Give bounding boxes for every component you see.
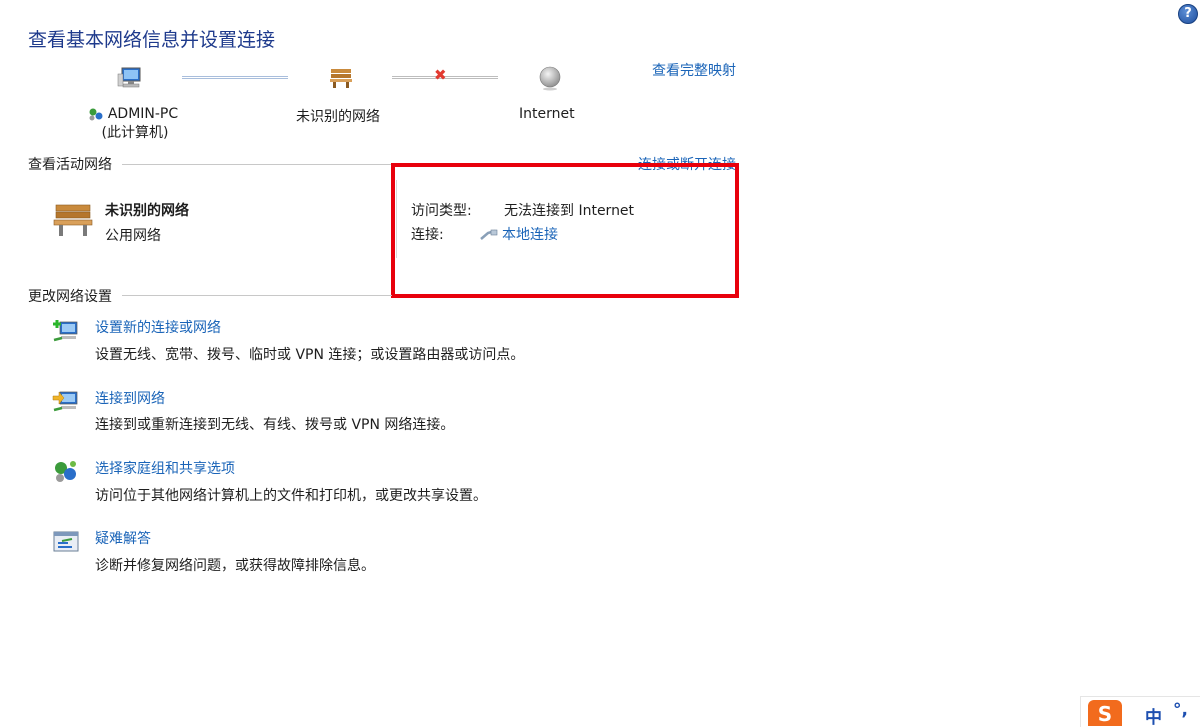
change-settings-heading: 更改网络设置 bbox=[28, 289, 112, 305]
ime-punctuation-toggle[interactable]: °, bbox=[1173, 700, 1188, 720]
network-category-link[interactable]: 公用网络 bbox=[105, 225, 161, 245]
task-troubleshoot-desc: 诊断并修复网络问题，或获得故障排除信息。 bbox=[95, 558, 375, 574]
new-connection-icon[interactable] bbox=[52, 318, 80, 344]
sogou-ime-logo[interactable]: S bbox=[1088, 700, 1122, 726]
task-new-connection-desc: 设置无线、宽带、拨号、临时或 VPN 连接；或设置路由器或访问点。 bbox=[95, 347, 525, 363]
task-troubleshoot-link[interactable]: 疑难解答 bbox=[95, 528, 151, 548]
page-title: 查看基本网络信息并设置连接 bbox=[28, 29, 276, 51]
x-icon: ✖ bbox=[434, 66, 447, 84]
internet-label[interactable]: Internet bbox=[519, 106, 575, 122]
ime-chinese-mode-toggle[interactable]: 中 bbox=[1145, 703, 1162, 728]
network-computer-icon bbox=[89, 108, 103, 121]
bench-icon[interactable] bbox=[52, 202, 94, 238]
active-network-name: 未识别的网络 bbox=[105, 203, 189, 219]
map-connection-line bbox=[182, 76, 288, 79]
computer-sub: (此计算机) bbox=[101, 125, 169, 141]
homegroup-icon[interactable] bbox=[52, 458, 80, 484]
task-new-connection-link[interactable]: 设置新的连接或网络 bbox=[95, 317, 221, 337]
task-homegroup-link[interactable]: 选择家庭组和共享选项 bbox=[95, 458, 235, 478]
bench-network-icon bbox=[330, 69, 352, 88]
computer-icon bbox=[117, 67, 141, 88]
task-connect-network-desc: 连接到或重新连接到无线、有线、拨号或 VPN 网络连接。 bbox=[95, 417, 455, 433]
network-label[interactable]: 未识别的网络 bbox=[296, 106, 380, 126]
computer-name: ADMIN-PC bbox=[107, 106, 179, 122]
task-connect-network-link[interactable]: 连接到网络 bbox=[95, 388, 165, 408]
help-icon[interactable]: ? bbox=[1178, 4, 1198, 24]
view-full-map-link[interactable]: 查看完整映射 bbox=[652, 60, 736, 80]
globe-icon bbox=[539, 66, 561, 91]
computer-label[interactable]: ADMIN-PC (此计算机) bbox=[78, 106, 188, 142]
troubleshoot-icon[interactable] bbox=[52, 529, 80, 555]
active-networks-heading: 查看活动网络 bbox=[28, 157, 112, 173]
task-homegroup-desc: 访问位于其他网络计算机上的文件和打印机，或更改共享设置。 bbox=[95, 488, 487, 504]
highlight-box bbox=[391, 163, 739, 298]
section-divider bbox=[122, 295, 392, 296]
connect-network-icon[interactable] bbox=[52, 388, 80, 414]
